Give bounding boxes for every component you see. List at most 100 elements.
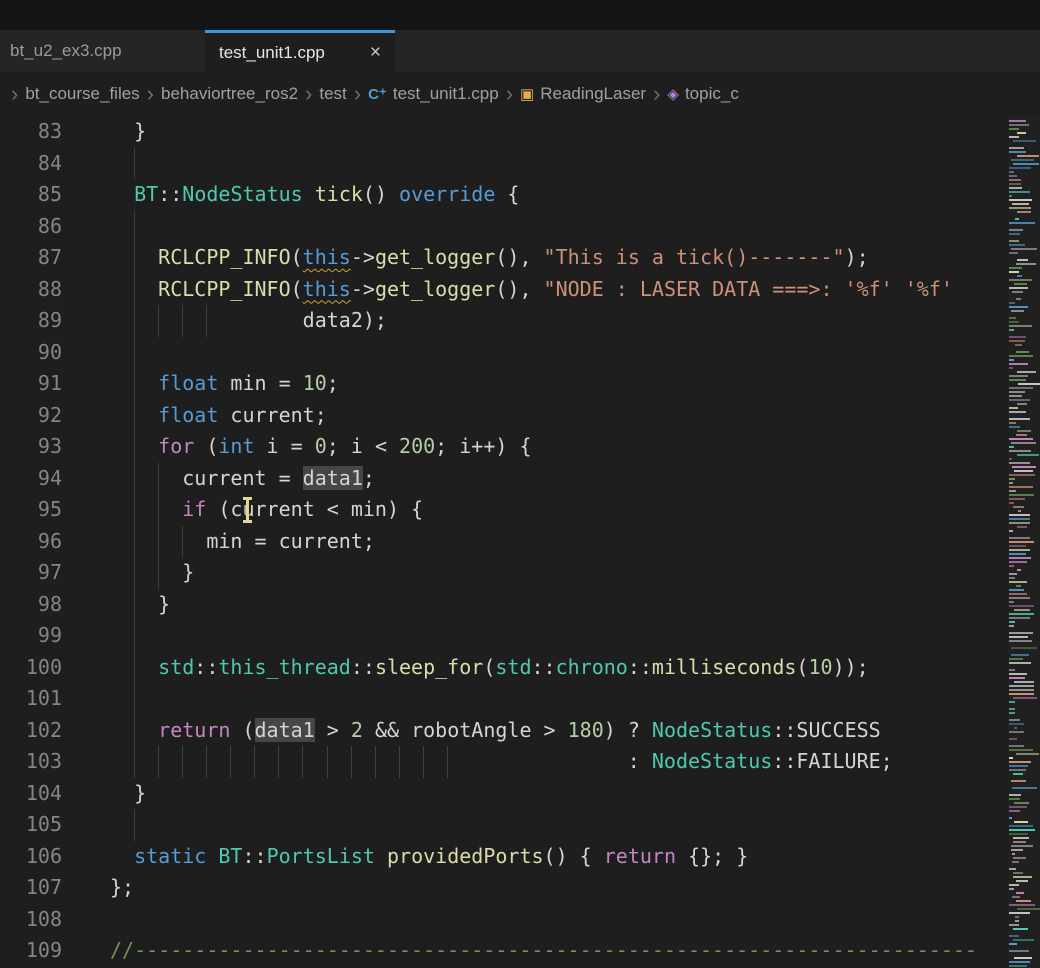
line-number[interactable]: 102: [0, 715, 62, 747]
line-text: float min = 10;: [110, 368, 339, 400]
code-line-104[interactable]: 104 }: [0, 778, 1007, 810]
line-number[interactable]: 105: [0, 809, 62, 841]
line-number[interactable]: 94: [0, 463, 62, 495]
code-line-100[interactable]: 100 std::this_thread::sleep_for(std::chr…: [0, 652, 1007, 684]
indent-guide: [254, 746, 255, 778]
code-line-96[interactable]: 96 min = current;: [0, 526, 1007, 558]
code-line-85[interactable]: 85 BT::NodeStatus tick() override {: [0, 179, 1007, 211]
indent-guide: [134, 652, 135, 684]
indent-guide: [134, 148, 135, 180]
breadcrumb-label: test: [319, 84, 346, 104]
indent-guide: [158, 557, 159, 589]
code-line-107[interactable]: 107};: [0, 872, 1007, 904]
code-line-99[interactable]: 99: [0, 620, 1007, 652]
line-number[interactable]: 89: [0, 305, 62, 337]
code-line-84[interactable]: 84: [0, 148, 1007, 180]
breadcrumb-item-behaviortree-ros2[interactable]: behaviortree_ros2: [161, 84, 298, 104]
line-number[interactable]: 92: [0, 400, 62, 432]
line-text: current = data1;: [110, 463, 375, 495]
code-line-83[interactable]: 83 }: [0, 116, 1007, 148]
code-line-89[interactable]: 89 data2);: [0, 305, 1007, 337]
tab-test-unit1-cpp[interactable]: test_unit1.cpp ×: [205, 30, 395, 72]
tab-bt-u2-ex3-cpp[interactable]: bt_u2_ex3.cpp: [0, 30, 205, 72]
code-line-101[interactable]: 101: [0, 683, 1007, 715]
tab-bar: bt_u2_ex3.cpp test_unit1.cpp ×: [0, 30, 1040, 72]
line-number[interactable]: 85: [0, 179, 62, 211]
minimap[interactable]: [1007, 116, 1040, 968]
indent-guide: [423, 746, 424, 778]
chevron-right-icon: ›: [506, 83, 513, 105]
code-line-105[interactable]: 105: [0, 809, 1007, 841]
breadcrumb-item-readinglaser[interactable]: ▣ReadingLaser: [520, 84, 646, 104]
line-number[interactable]: 109: [0, 935, 62, 967]
line-number[interactable]: 90: [0, 337, 62, 369]
line-number[interactable]: 84: [0, 148, 62, 180]
indent-guide: [182, 305, 183, 337]
indent-guide: [134, 463, 135, 495]
code-line-88[interactable]: 88 RCLCPP_INFO(this->get_logger(), "NODE…: [0, 274, 1007, 306]
line-number[interactable]: 95: [0, 494, 62, 526]
indent-guide: [158, 463, 159, 495]
line-number[interactable]: 100: [0, 652, 62, 684]
code-line-106[interactable]: 106 static BT::PortsList providedPorts()…: [0, 841, 1007, 873]
code-line-97[interactable]: 97 }: [0, 557, 1007, 589]
indent-guide: [182, 526, 183, 558]
line-number[interactable]: 108: [0, 904, 62, 936]
code-line-109[interactable]: 109//-----------------------------------…: [0, 935, 1007, 967]
code-line-90[interactable]: 90: [0, 337, 1007, 369]
indent-guide: [302, 746, 303, 778]
indent-guide: [351, 746, 352, 778]
line-number[interactable]: 98: [0, 589, 62, 621]
tab-label: bt_u2_ex3.cpp: [10, 41, 122, 61]
line-number[interactable]: 104: [0, 778, 62, 810]
line-number[interactable]: 88: [0, 274, 62, 306]
indent-guide: [134, 305, 135, 337]
code-line-86[interactable]: 86: [0, 211, 1007, 243]
line-number[interactable]: 83: [0, 116, 62, 148]
indent-guide: [399, 746, 400, 778]
line-number[interactable]: 91: [0, 368, 62, 400]
indent-guide: [134, 809, 135, 841]
code-line-91[interactable]: 91 float min = 10;: [0, 368, 1007, 400]
line-number[interactable]: 99: [0, 620, 62, 652]
line-number[interactable]: 86: [0, 211, 62, 243]
indent-guide: [158, 746, 159, 778]
indent-guide: [375, 746, 376, 778]
code-line-95[interactable]: 95 if (current < min) {: [0, 494, 1007, 526]
vscode-window: bt_u2_ex3.cpp test_unit1.cpp × › bt_cours…: [0, 0, 1040, 968]
indent-guide: [134, 683, 135, 715]
code-area[interactable]: 83 }8485 BT::NodeStatus tick() override …: [0, 116, 1007, 968]
code-line-102[interactable]: 102 return (data1 > 2 && robotAngle > 18…: [0, 715, 1007, 747]
line-number[interactable]: 107: [0, 872, 62, 904]
indent-guide: [134, 274, 135, 306]
breadcrumb-item-test[interactable]: test: [319, 84, 346, 104]
line-text: data2);: [110, 305, 387, 337]
code-line-98[interactable]: 98 }: [0, 589, 1007, 621]
line-number[interactable]: 97: [0, 557, 62, 589]
breadcrumb-item-topic-c[interactable]: ◈topic_c: [667, 84, 738, 104]
code-line-93[interactable]: 93 for (int i = 0; i < 200; i++) {: [0, 431, 1007, 463]
code-line-103[interactable]: 103 : NodeStatus::FAILURE;: [0, 746, 1007, 778]
line-text: BT::NodeStatus tick() override {: [110, 179, 519, 211]
line-number[interactable]: 106: [0, 841, 62, 873]
breadcrumb: ›bt_course_files›behaviortree_ros2›test›…: [0, 72, 1040, 116]
line-text: }: [110, 557, 194, 589]
line-number[interactable]: 93: [0, 431, 62, 463]
line-number[interactable]: 96: [0, 526, 62, 558]
code-line-94[interactable]: 94 current = data1;: [0, 463, 1007, 495]
indent-guide: [134, 337, 135, 369]
line-number[interactable]: 103: [0, 746, 62, 778]
code-line-87[interactable]: 87 RCLCPP_INFO(this->get_logger(), "This…: [0, 242, 1007, 274]
code-line-108[interactable]: 108: [0, 904, 1007, 936]
line-number[interactable]: 87: [0, 242, 62, 274]
breadcrumb-item-bt-course-files[interactable]: bt_course_files: [25, 84, 139, 104]
breadcrumb-label: topic_c: [685, 84, 739, 104]
line-text: min = current;: [110, 526, 375, 558]
code-line-92[interactable]: 92 float current;: [0, 400, 1007, 432]
breadcrumb-item-test-unit1-cpp[interactable]: C⁺test_unit1.cpp: [368, 84, 499, 104]
line-text: return (data1 > 2 && robotAngle > 180) ?…: [110, 715, 881, 747]
line-number[interactable]: 101: [0, 683, 62, 715]
code-editor[interactable]: 83 }8485 BT::NodeStatus tick() override …: [0, 116, 1040, 968]
indent-guide: [158, 526, 159, 558]
close-icon[interactable]: ×: [370, 42, 395, 64]
